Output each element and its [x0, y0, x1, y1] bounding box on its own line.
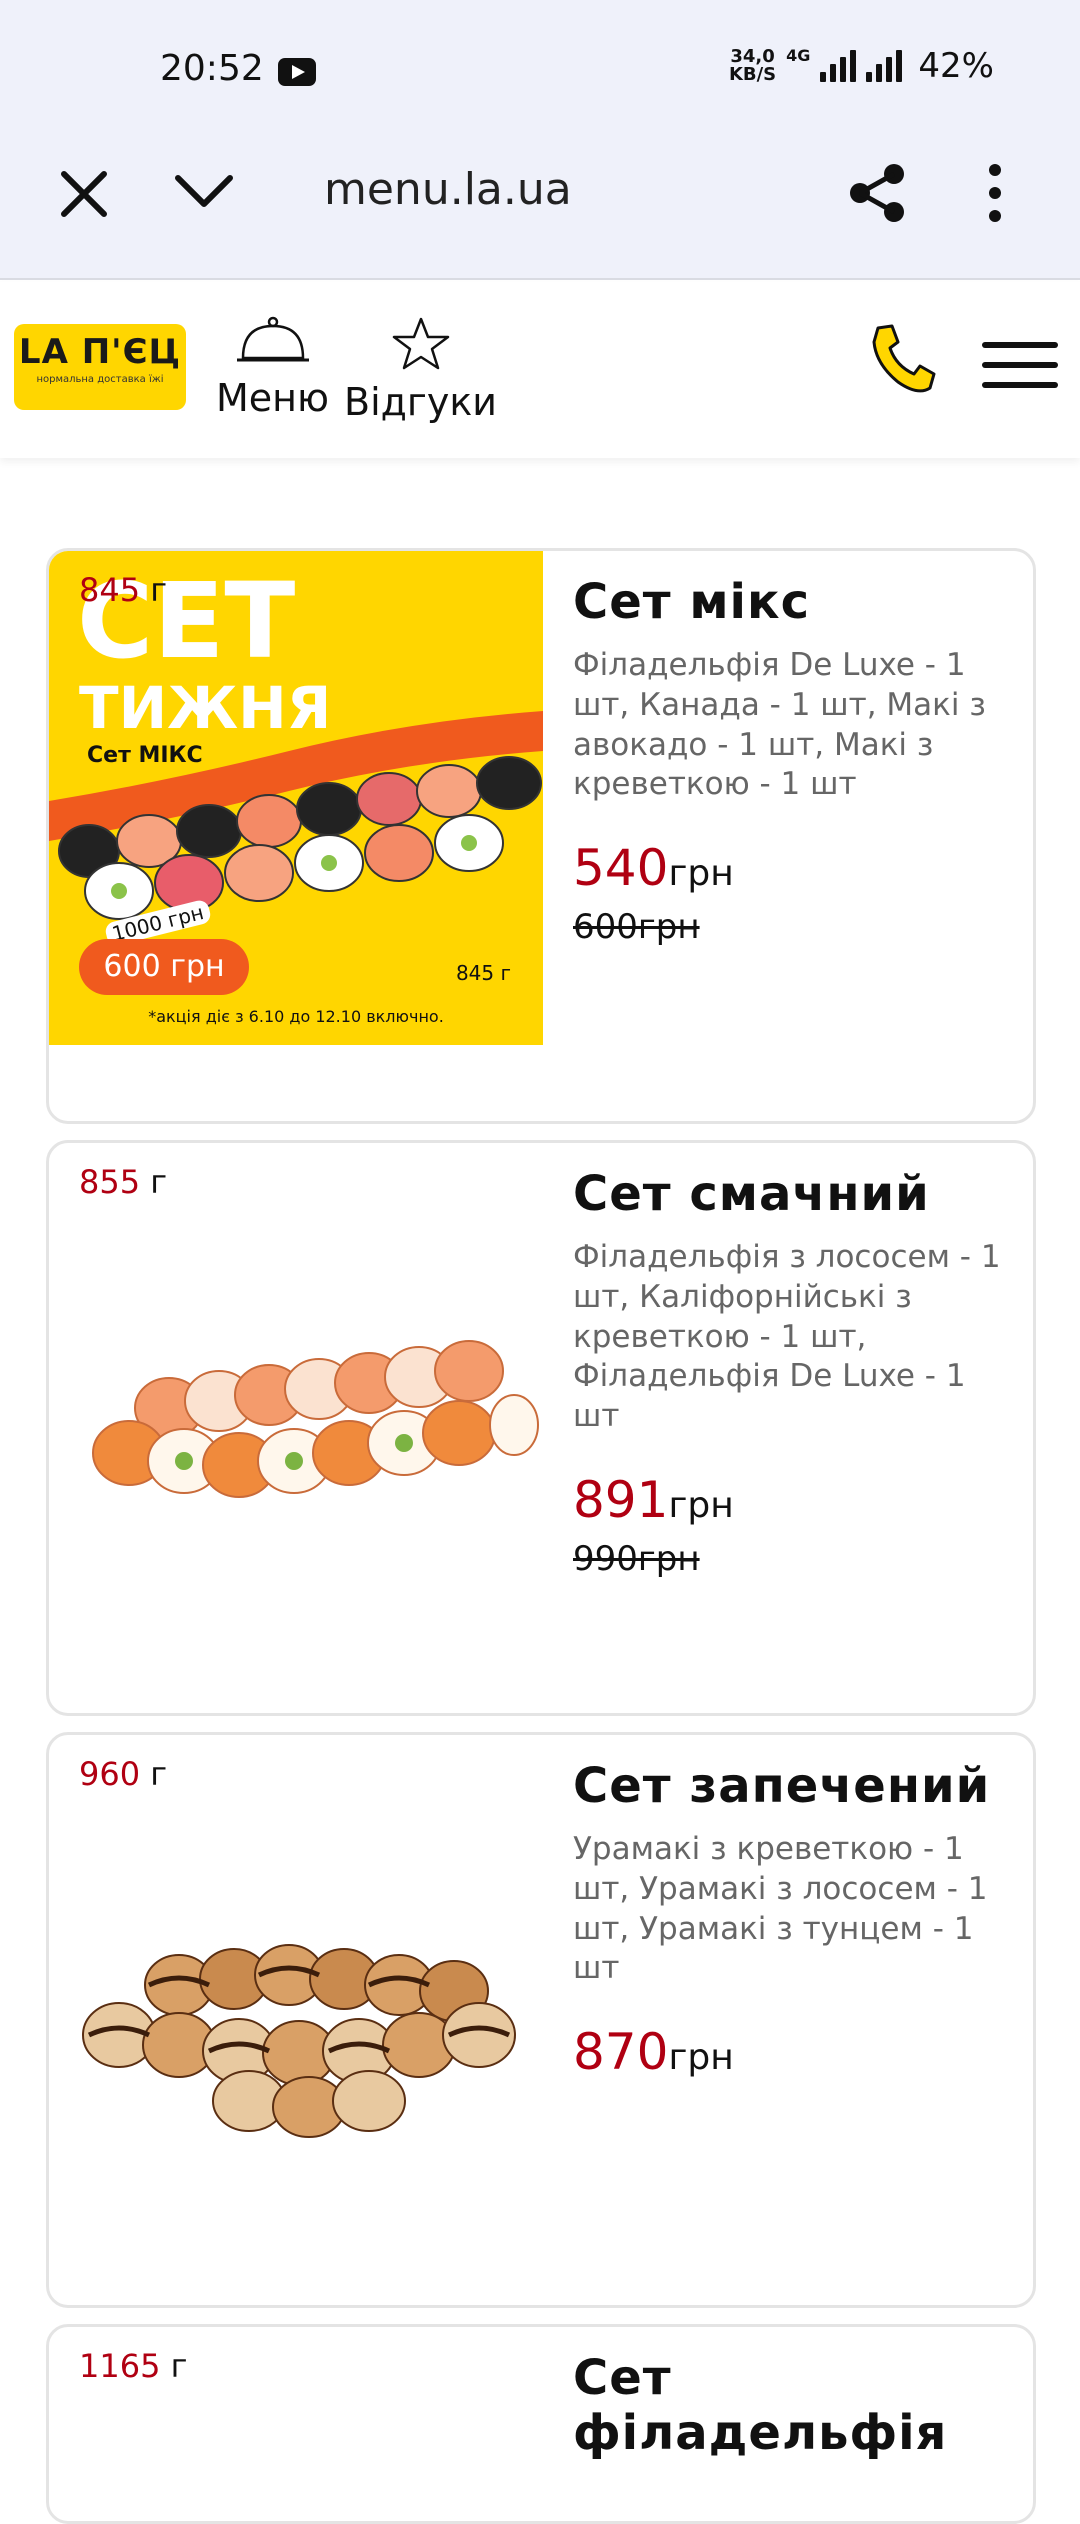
product-info: Сет мікс Філадельфія De Luxe - 1 шт, Кан…	[573, 574, 1003, 947]
nav-reviews[interactable]: Відгуки	[344, 316, 497, 424]
close-icon[interactable]	[58, 168, 110, 220]
product-card[interactable]: 855 г Сет смачний Філадельфія з лососем …	[46, 1140, 1036, 1716]
battery-level: 42%	[918, 46, 994, 86]
hamburger-menu-icon[interactable]	[982, 342, 1060, 392]
url-bar[interactable]: menu.la.ua	[324, 164, 572, 215]
product-title[interactable]: Сет філадельфія	[573, 2350, 1003, 2461]
signal-icon-2	[866, 50, 903, 82]
chevron-down-icon[interactable]	[172, 166, 236, 218]
product-price: 891грн 990грн	[573, 1471, 1003, 1579]
product-weight: 845 г	[79, 571, 168, 609]
product-image[interactable]	[49, 1143, 543, 1637]
net-speed: 34,0 KB/S	[728, 46, 777, 85]
network-type: 4G	[786, 46, 811, 65]
promo-weight: 845 г	[455, 961, 511, 985]
promo-price: 600 грн	[79, 939, 249, 995]
promo-banner: СЕТ ТИЖНЯ Сет МІКС 1000 грн 600 грн 845 …	[49, 551, 543, 1045]
product-image[interactable]: СЕТ ТИЖНЯ Сет МІКС 1000 грн 600 грн 845 …	[49, 551, 543, 1045]
site-header: LA П'ЄЦ нормальна доставка їжі Меню Відг…	[0, 282, 1080, 458]
product-description: Урамакі з креветкою - 1 шт, Урамакі з ло…	[573, 1831, 988, 1987]
product-title[interactable]: Сет мікс	[573, 574, 1003, 630]
logo[interactable]: LA П'ЄЦ нормальна доставка їжі	[14, 324, 186, 410]
sushi-set-image	[92, 1340, 539, 1498]
product-info: Сет запечений Урамакі з креветкою - 1 шт…	[573, 1758, 1003, 2081]
phone-icon[interactable]	[868, 322, 938, 396]
product-card[interactable]: СЕТ ТИЖНЯ Сет МІКС 1000 грн 600 грн 845 …	[46, 548, 1036, 1124]
product-weight: 855 г	[79, 1163, 168, 1201]
product-title[interactable]: Сет запечений	[573, 1758, 1003, 1814]
product-price: 870грн	[573, 2022, 734, 2081]
product-card[interactable]: 1165 г Сет філадельфія	[46, 2324, 1036, 2524]
product-price: 540грн 600грн	[573, 839, 1003, 947]
product-old-price: 990грн	[573, 1538, 700, 1579]
promo-note: *акція діє з 6.10 до 12.10 включно.	[148, 1007, 444, 1026]
youtube-icon	[278, 58, 316, 86]
share-icon[interactable]	[848, 162, 908, 224]
product-old-price: 600грн	[573, 906, 700, 947]
product-description: Філадельфія з лососем - 1 шт, Каліфорній…	[573, 1239, 1001, 1434]
status-time: 20:52	[160, 48, 264, 89]
product-info: Сет смачний Філадельфія з лососем - 1 шт…	[573, 1166, 1003, 1579]
browser-chrome: 20:52 34,0 KB/S 4G 42% menu.la.ua	[0, 0, 1080, 280]
product-image[interactable]	[49, 1735, 543, 2229]
product-weight: 960 г	[79, 1755, 168, 1793]
product-weight: 1165 г	[79, 2347, 188, 2385]
product-card[interactable]: 960 г Сет запечений Урамакі з креветкою …	[46, 1732, 1036, 2308]
signal-icon	[820, 50, 857, 82]
product-title[interactable]: Сет смачний	[573, 1166, 1003, 1222]
more-options-icon[interactable]	[980, 160, 1010, 226]
status-indicators: 34,0 KB/S 4G 42%	[729, 46, 994, 86]
nav-menu[interactable]: Меню	[216, 316, 329, 420]
promo-set-name: Сет МІКС	[87, 743, 203, 768]
star-icon	[392, 317, 449, 370]
promo-title-2: ТИЖНЯ	[79, 674, 332, 742]
product-description: Філадельфія De Luxe - 1 шт, Канада - 1 ш…	[573, 647, 986, 803]
product-info: Сет філадельфія	[573, 2350, 1003, 2477]
cloche-icon	[236, 316, 309, 362]
baked-sushi-image	[82, 1944, 516, 2138]
